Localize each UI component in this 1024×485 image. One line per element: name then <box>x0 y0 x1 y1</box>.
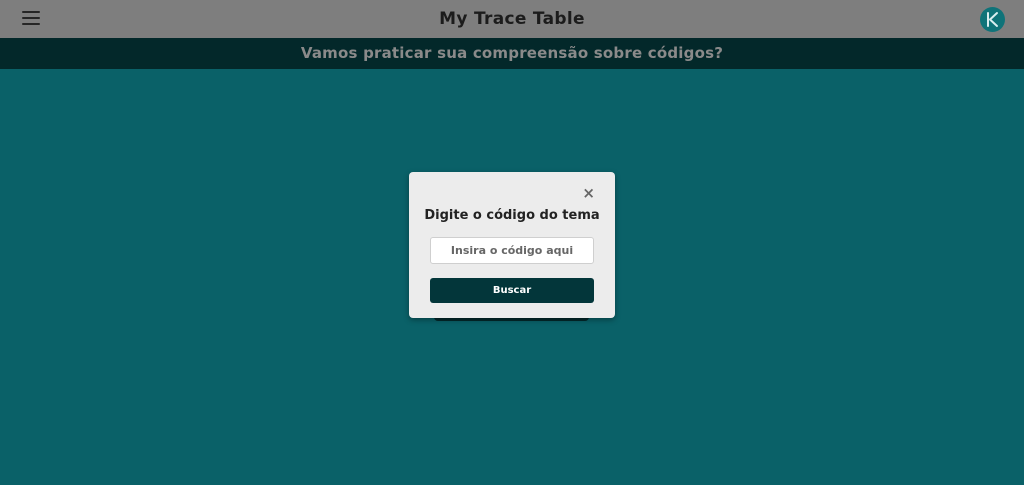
app-title: My Trace Table <box>439 9 585 29</box>
modal-title: Digite o código do tema <box>424 208 600 223</box>
top-app-bar: My Trace Table <box>0 0 1024 38</box>
subheader-banner: Vamos praticar sua compreensão sobre cód… <box>0 38 1024 69</box>
topic-code-input[interactable] <box>430 237 594 264</box>
close-icon[interactable]: × <box>582 186 595 201</box>
search-button[interactable]: Buscar <box>430 278 594 303</box>
topic-code-modal: × Digite o código do tema Buscar <box>409 172 615 318</box>
play-logo-icon[interactable] <box>980 7 1005 32</box>
